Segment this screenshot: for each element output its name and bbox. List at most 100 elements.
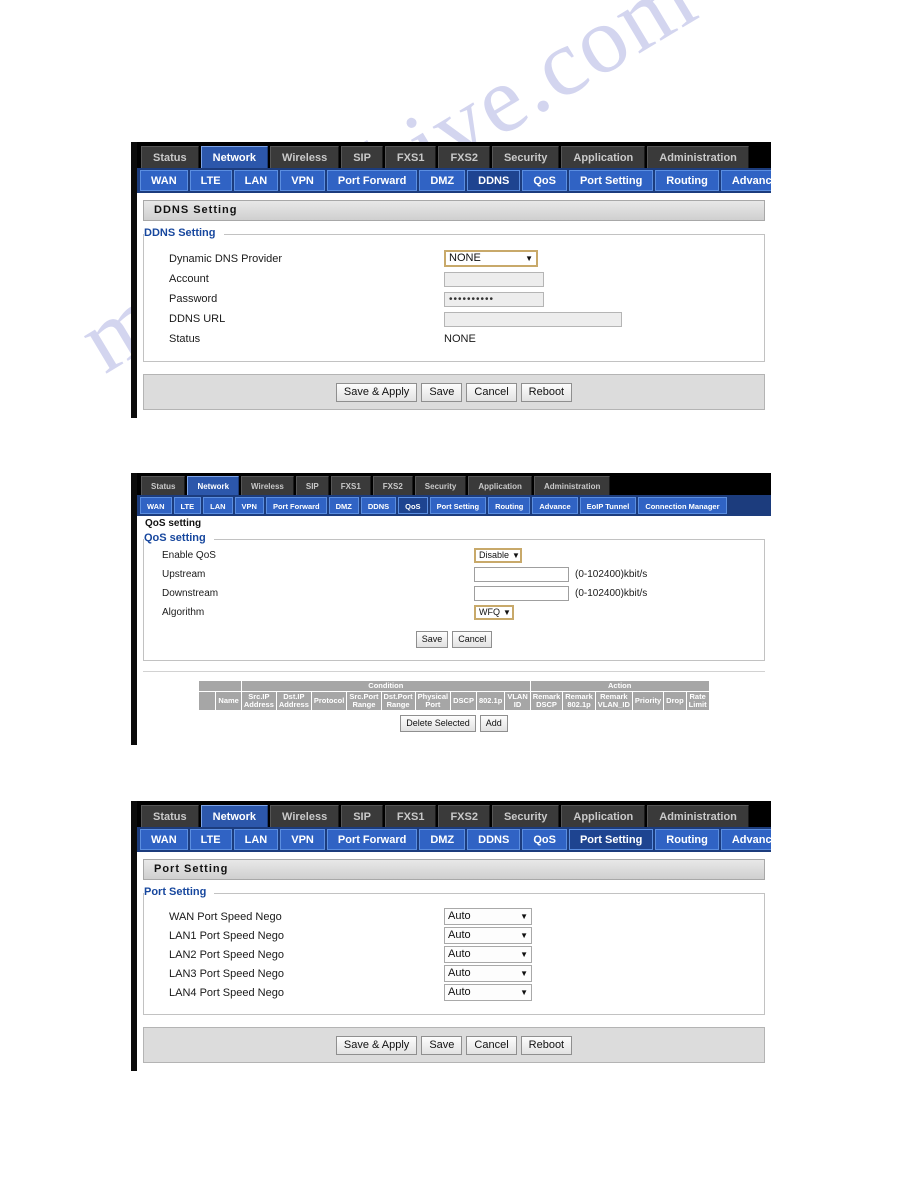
sub-tab-lte[interactable]: LTE xyxy=(173,497,202,514)
screenshot-qos: Status Network Wireless SIP FXS1 FXS2 Security… xyxy=(131,473,771,745)
main-tab-security[interactable]: Security xyxy=(491,805,560,827)
reboot-button[interactable]: Reboot xyxy=(520,1035,573,1055)
cancel-button[interactable]: Cancel xyxy=(466,382,517,402)
sub-tab-lte[interactable]: LTE xyxy=(189,170,232,191)
sub-tab-port-forward[interactable]: Port Forward xyxy=(326,170,418,191)
sub-tab-advance[interactable]: Advance xyxy=(720,170,771,191)
sub-tab-wan[interactable]: WAN xyxy=(140,497,172,514)
sub-tab-lan[interactable]: LAN xyxy=(233,829,279,850)
main-tab-wireless[interactable]: Wireless xyxy=(270,805,340,827)
sub-tab-advance[interactable]: Advance xyxy=(720,829,771,850)
main-tab-application[interactable]: Application xyxy=(468,476,532,495)
main-tab-network[interactable]: Network xyxy=(187,476,240,495)
sub-tab-port-setting[interactable]: Port Setting xyxy=(568,829,654,850)
label-lan2-port-speed-nego: LAN2 Port Speed Nego xyxy=(169,948,284,961)
sub-tab-wan[interactable]: WAN xyxy=(140,170,188,191)
sub-tab-routing[interactable]: Routing xyxy=(655,170,719,191)
sub-tab-routing[interactable]: Routing xyxy=(655,829,719,850)
save-button[interactable]: Save xyxy=(421,1035,463,1055)
sub-tab-port-forward[interactable]: Port Forward xyxy=(326,829,418,850)
main-tab-administration[interactable]: Administration xyxy=(647,805,749,827)
main-tab-sip[interactable]: SIP xyxy=(295,476,329,495)
main-nav-port: Status Network Wireless SIP FXS1 FXS2 Security… xyxy=(137,801,771,827)
main-tab-fxs1[interactable]: FXS1 xyxy=(384,805,437,827)
cancel-button[interactable]: Cancel xyxy=(466,1035,517,1055)
table-group-header-row: Condition Action xyxy=(198,680,710,692)
sub-tab-lan[interactable]: LAN xyxy=(203,497,233,514)
account-input[interactable] xyxy=(444,271,544,287)
main-tab-status[interactable]: Status xyxy=(141,146,199,168)
main-tab-security[interactable]: Security xyxy=(414,476,467,495)
sub-tab-ddns[interactable]: DDNS xyxy=(360,497,397,514)
main-tab-wireless[interactable]: Wireless xyxy=(241,476,294,495)
sub-tab-vpn[interactable]: VPN xyxy=(280,170,325,191)
sub-tab-advance[interactable]: Advance xyxy=(532,497,578,514)
main-tab-fxs2[interactable]: FXS2 xyxy=(438,805,490,827)
sub-tab-ddns[interactable]: DDNS xyxy=(467,829,521,850)
main-tab-fxs1[interactable]: FXS1 xyxy=(384,146,437,168)
main-tab-network[interactable]: Network xyxy=(200,146,269,168)
main-tab-sip[interactable]: SIP xyxy=(341,805,383,827)
main-tab-fxs2[interactable]: FXS2 xyxy=(372,476,413,495)
main-tab-administration[interactable]: Administration xyxy=(533,476,611,495)
sub-tab-port-setting[interactable]: Port Setting xyxy=(568,170,654,191)
sub-tab-vpn[interactable]: VPN xyxy=(234,497,264,514)
main-tab-fxs2[interactable]: FXS2 xyxy=(438,146,490,168)
lan4-port-speed-nego-select[interactable]: Auto ▼ xyxy=(444,984,532,1001)
main-tab-administration[interactable]: Administration xyxy=(647,146,749,168)
sub-tab-ddns[interactable]: DDNS xyxy=(467,170,521,191)
row-downstream: Downstream (0-102400)kbit/s xyxy=(144,584,764,603)
wan-port-speed-nego-select[interactable]: Auto ▼ xyxy=(444,908,532,925)
main-tab-application[interactable]: Application xyxy=(561,805,646,827)
main-tab-sip[interactable]: SIP xyxy=(341,146,383,168)
main-tab-status[interactable]: Status xyxy=(141,476,186,495)
lan1-port-speed-nego-select[interactable]: Auto ▼ xyxy=(444,927,532,944)
table-group-condition: Condition xyxy=(240,680,531,692)
lan2-port-speed-nego-select[interactable]: Auto ▼ xyxy=(444,946,532,963)
sub-tab-lan[interactable]: LAN xyxy=(233,170,279,191)
password-input[interactable]: •••••••••• xyxy=(444,291,544,307)
main-tab-security[interactable]: Security xyxy=(491,146,560,168)
sub-tab-wan[interactable]: WAN xyxy=(140,829,188,850)
enable-qos-select[interactable]: Disable ▼ xyxy=(474,548,522,563)
row-enable-qos: Enable QoS Disable ▼ xyxy=(144,546,764,565)
save-button[interactable]: Save xyxy=(415,631,449,648)
sub-tab-connection-manager[interactable]: Connection Manager xyxy=(638,497,727,514)
sub-tab-dmz[interactable]: DMZ xyxy=(419,829,466,850)
page-title-ddns: DDNS Setting xyxy=(143,200,765,221)
cancel-button[interactable]: Cancel xyxy=(452,631,493,648)
sub-tab-qos[interactable]: QoS xyxy=(522,170,567,191)
sub-tab-dmz[interactable]: DMZ xyxy=(419,170,466,191)
main-tab-application[interactable]: Application xyxy=(561,146,646,168)
delete-selected-button[interactable]: Delete Selected xyxy=(400,715,476,732)
port-speed-value: Auto xyxy=(448,967,471,979)
main-tab-status[interactable]: Status xyxy=(141,805,199,827)
dynamic-dns-provider-select[interactable]: NONE ▼ xyxy=(444,250,538,267)
main-nav-ddns: Status Network Wireless SIP FXS1 FXS2 Security… xyxy=(137,142,771,168)
downstream-input[interactable] xyxy=(474,586,569,601)
ddns-url-input[interactable] xyxy=(444,311,622,327)
chevron-down-icon: ▼ xyxy=(520,950,528,959)
main-tab-network[interactable]: Network xyxy=(200,805,269,827)
main-tab-wireless[interactable]: Wireless xyxy=(270,146,340,168)
save-apply-button[interactable]: Save & Apply xyxy=(335,1035,418,1055)
row-lan3-port-speed-nego: LAN3 Port Speed Nego Auto ▼ xyxy=(144,964,764,983)
sub-tab-eoip-tunnel[interactable]: EoIP Tunnel xyxy=(579,497,637,514)
add-button[interactable]: Add xyxy=(479,715,508,732)
sub-tab-port-forward[interactable]: Port Forward xyxy=(265,497,327,514)
sub-tab-dmz[interactable]: DMZ xyxy=(328,497,359,514)
upstream-input[interactable] xyxy=(474,567,569,582)
reboot-button[interactable]: Reboot xyxy=(520,382,573,402)
algorithm-select[interactable]: WFQ ▼ xyxy=(474,605,514,620)
sub-tab-port-setting[interactable]: Port Setting xyxy=(429,497,487,514)
lan3-port-speed-nego-select[interactable]: Auto ▼ xyxy=(444,965,532,982)
sub-tab-qos[interactable]: QoS xyxy=(522,829,567,850)
save-button[interactable]: Save xyxy=(421,382,463,402)
sub-nav-ddns: WAN LTE LAN VPN Port Forward DMZ DDNS QoS Port S… xyxy=(137,168,771,193)
main-tab-fxs1[interactable]: FXS1 xyxy=(330,476,371,495)
sub-tab-qos[interactable]: QoS xyxy=(398,497,428,514)
sub-tab-lte[interactable]: LTE xyxy=(189,829,232,850)
save-apply-button[interactable]: Save & Apply xyxy=(335,382,418,402)
sub-tab-routing[interactable]: Routing xyxy=(488,497,531,514)
sub-tab-vpn[interactable]: VPN xyxy=(280,829,325,850)
